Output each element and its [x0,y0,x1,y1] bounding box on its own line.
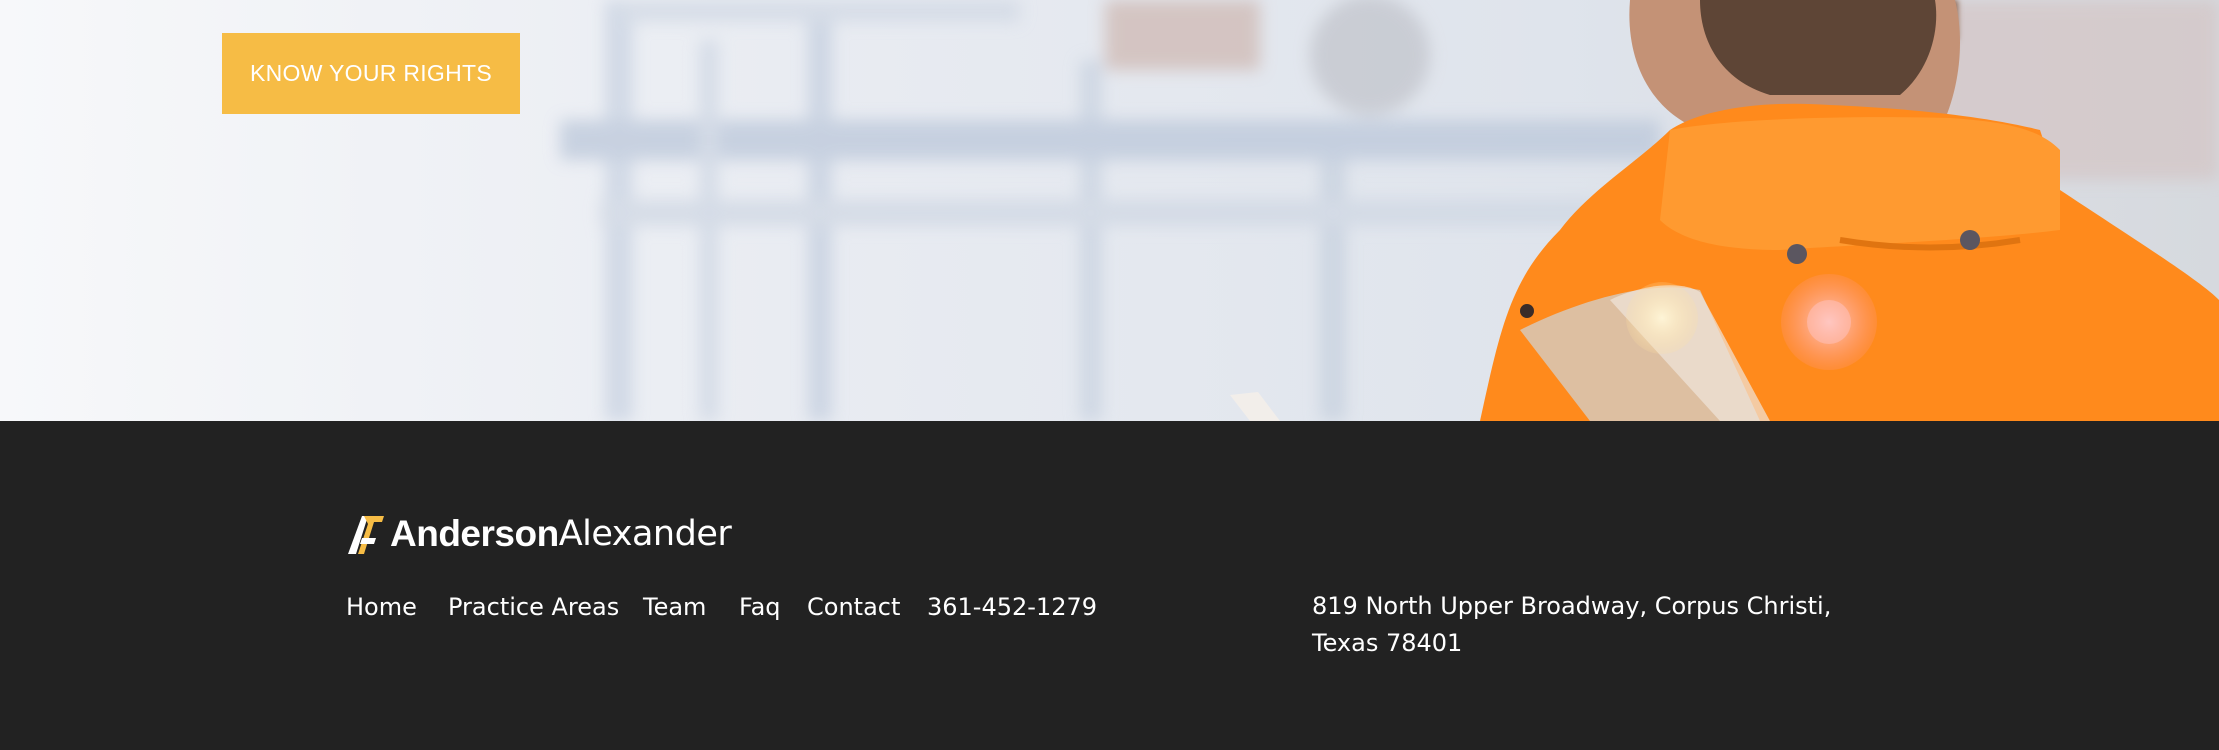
brand-name-secondary: Alexander [558,514,732,554]
nav-link-contact[interactable]: Contact [807,593,900,621]
brand-logo-icon [348,516,384,554]
nav-link-home[interactable]: Home [346,593,417,621]
footer-logo[interactable]: Anderson Alexander [346,511,732,557]
site-footer: Anderson Alexander Home Practice Areas T… [0,421,2219,750]
nav-link-team[interactable]: Team [643,593,706,621]
know-your-rights-button[interactable]: KNOW YOUR RIGHTS [222,33,520,114]
address-line-1: 819 North Upper Broadway, Corpus Christi… [1312,592,1832,620]
hero-section: KNOW YOUR RIGHTS [0,0,2219,421]
footer-address: 819 North Upper Broadway, Corpus Christi… [1312,588,1831,662]
phone-link[interactable]: 361-452-1279 [927,593,1097,621]
brand-name-primary: Anderson [390,513,559,554]
address-line-2: Texas 78401 [1312,629,1463,657]
nav-link-faq[interactable]: Faq [739,593,781,621]
nav-link-practice-areas[interactable]: Practice Areas [448,593,619,621]
